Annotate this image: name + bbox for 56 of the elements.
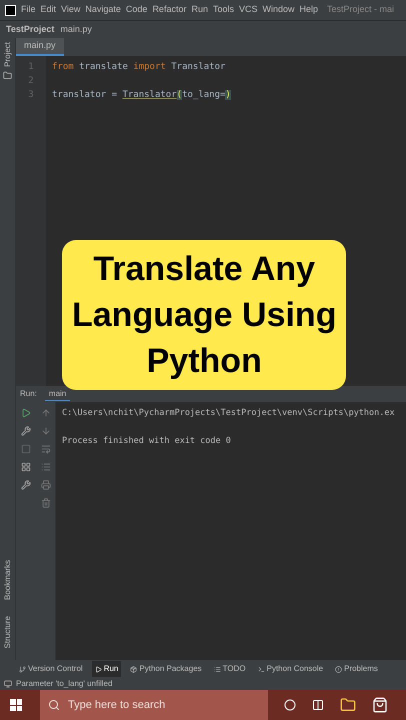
menu-item[interactable]: Refactor [152, 3, 186, 17]
menu-item[interactable]: Help [300, 3, 318, 17]
down-arrow-icon[interactable] [40, 426, 50, 436]
store-icon[interactable] [372, 697, 388, 713]
menu-item[interactable]: Run [191, 3, 208, 17]
tool-tab-icon [130, 666, 138, 672]
code-line: translator = Translator(to_lang=) [52, 90, 231, 100]
menu-item[interactable]: View [61, 3, 80, 17]
menu-item[interactable]: Navigate [85, 3, 121, 17]
code-line: from translate import Translator [52, 62, 226, 72]
menu-item[interactable]: Code [126, 3, 148, 17]
tool-window-tab[interactable]: Run [92, 661, 122, 677]
tool-tab-icon [19, 666, 26, 672]
caption-text: Language Using [72, 295, 336, 336]
status-text: Parameter 'to_lang' unfilled [16, 678, 112, 690]
tool-window-tab[interactable]: Version Control [16, 661, 86, 677]
taskbar-search-field[interactable]: Type here to search [40, 690, 268, 720]
task-view-icon[interactable] [312, 699, 324, 711]
window-title: TestProject - mai [327, 3, 394, 16]
tool-window-tab[interactable]: Problems [332, 661, 381, 677]
file-explorer-icon[interactable] [340, 697, 356, 713]
tool-tab-icon [94, 666, 102, 672]
tool-window-label[interactable]: Project [2, 42, 14, 67]
tool-window-tab[interactable]: TODO [210, 661, 249, 677]
run-icon[interactable] [21, 408, 31, 418]
run-label: Run: [20, 388, 37, 400]
wrap-icon[interactable] [40, 444, 50, 454]
wrench-icon[interactable] [21, 426, 31, 436]
tool-window-tab[interactable]: Python Console [254, 661, 326, 677]
print-icon[interactable] [40, 480, 50, 490]
tool-tab-icon [214, 666, 221, 672]
tool-tab-icon [335, 666, 342, 672]
menu-item[interactable]: Window [262, 3, 295, 17]
trash-icon[interactable] [40, 498, 50, 508]
app-icon [5, 4, 16, 16]
console-line: C:\Users\nchit\PycharmProjects\TestProject\venv\Scripts\python.ex [62, 408, 395, 418]
tool-tab-icon [258, 666, 265, 672]
tool-window-tab[interactable]: Python Packages [127, 661, 205, 677]
tool-window-label[interactable]: Structure [2, 616, 14, 648]
breadcrumb-item[interactable]: main.py [60, 22, 92, 36]
cortana-icon[interactable] [284, 699, 296, 711]
console-line: Process finished with exit code 0 [62, 436, 231, 446]
menu-item[interactable]: Edit [40, 3, 56, 17]
menu-item[interactable]: Tools [212, 3, 234, 17]
menu-item[interactable]: VCS [238, 3, 258, 17]
caption-text: Python [146, 341, 262, 382]
tool-window-label[interactable]: Bookmarks [2, 560, 14, 600]
up-arrow-icon[interactable] [40, 408, 50, 418]
search-icon [48, 699, 60, 711]
layout-icon[interactable] [21, 462, 31, 472]
breadcrumb-item[interactable]: TestProject [6, 22, 54, 36]
folder-icon [3, 70, 12, 80]
editor-tab[interactable]: main.py [16, 38, 64, 56]
caption-text: Translate Any [93, 249, 316, 290]
menu-item[interactable]: File [21, 3, 36, 17]
status-icon [4, 680, 12, 688]
